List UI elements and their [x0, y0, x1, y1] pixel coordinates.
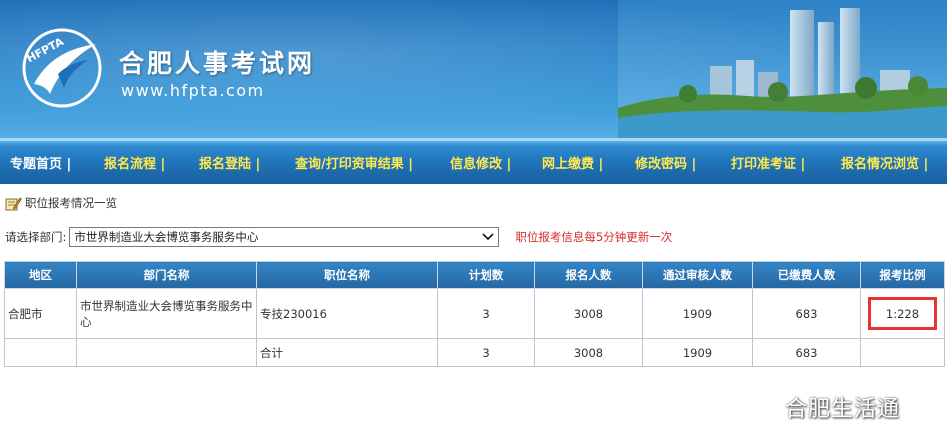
- department-select-label: 请选择部门:: [5, 230, 67, 244]
- department-select[interactable]: 市世界制造业大会博览事务服务中心: [69, 227, 500, 247]
- cell-total-ratio: [860, 338, 945, 367]
- cell-paid: 683: [752, 288, 861, 339]
- col-header-region: 地区: [4, 261, 77, 289]
- city-skyline-image: [618, 0, 947, 138]
- cell-department: 市世界制造业大会博览事务服务中心: [76, 288, 257, 339]
- col-header-department: 部门名称: [76, 261, 257, 289]
- cell-total-region: [4, 338, 77, 367]
- cell-planned: 3: [437, 288, 535, 339]
- nav-item-change-password[interactable]: 修改密码 |: [635, 153, 696, 172]
- nav-item-signup-process[interactable]: 报名流程 |: [104, 153, 165, 172]
- col-header-ratio: 报考比例: [860, 261, 945, 289]
- nav-item-online-payment[interactable]: 网上缴费 |: [542, 153, 603, 172]
- nav-item-signup-login[interactable]: 报名登陆 |: [199, 153, 260, 172]
- nav-item-signup-stats[interactable]: 报名情况浏览 |: [841, 153, 928, 172]
- cell-total-label: 合计: [256, 338, 438, 367]
- site-title: 合肥人事考试网: [119, 49, 316, 78]
- breadcrumb-label: 职位报考情况一览: [25, 196, 117, 210]
- cell-total-planned: 3: [437, 338, 535, 367]
- cell-total-department: [76, 338, 257, 367]
- cell-approved: 1909: [642, 288, 753, 339]
- site-url: www.hfpta.com: [121, 81, 265, 100]
- department-filter: 请选择部门: 市世界制造业大会博览事务服务中心 职位报考信息每5分钟更新一次: [5, 227, 672, 247]
- cell-ratio: 1:228: [860, 288, 945, 339]
- nav-item-review-results[interactable]: 查询/打印资审结果 |: [295, 153, 413, 172]
- table-header-row: 地区 部门名称 职位名称 计划数 报名人数 通过审核人数 已缴费人数 报考比例: [4, 261, 945, 289]
- update-note: 职位报考信息每5分钟更新一次: [515, 230, 673, 244]
- col-header-approved: 通过审核人数: [642, 261, 753, 289]
- breadcrumb: 职位报考情况一览: [5, 195, 117, 211]
- header-banner: HFPTA 合肥人事考试网 www.hfpta.com: [0, 0, 947, 138]
- notepad-pencil-icon: [5, 197, 22, 210]
- cell-total-paid: 683: [752, 338, 861, 367]
- watermark: 合肥生活通: [785, 397, 901, 422]
- nav-item-edit-info[interactable]: 信息修改 |: [450, 153, 511, 172]
- col-header-planned: 计划数: [437, 261, 535, 289]
- table-total-row: 合计 3 3008 1909 683: [4, 338, 945, 367]
- col-header-paid: 已缴费人数: [752, 261, 861, 289]
- cell-region: 合肥市: [4, 288, 77, 339]
- department-select-value: 市世界制造业大会博览事务服务中心: [74, 230, 259, 244]
- nav-item-topic-home[interactable]: 专题首页 |: [10, 153, 71, 172]
- cell-position: 专技230016: [256, 288, 438, 339]
- cell-total-applicants: 3008: [534, 338, 643, 367]
- ratio-highlight: 1:228: [868, 297, 937, 330]
- table-row: 合肥市 市世界制造业大会博览事务服务中心 专技230016 3 3008 190…: [4, 288, 945, 339]
- position-report-table: 地区 部门名称 职位名称 计划数 报名人数 通过审核人数 已缴费人数 报考比例 …: [4, 261, 945, 367]
- chevron-down-icon: [482, 233, 495, 241]
- cell-total-approved: 1909: [642, 338, 753, 367]
- nav-item-print-ticket[interactable]: 打印准考证 |: [731, 153, 805, 172]
- cell-applicants: 3008: [534, 288, 643, 339]
- main-nav: 专题首页 | 报名流程 | 报名登陆 | 查询/打印资审结果 | 信息修改 | …: [0, 138, 947, 184]
- col-header-applicants: 报名人数: [534, 261, 643, 289]
- hfpta-logo-icon[interactable]: HFPTA: [14, 18, 110, 114]
- col-header-position: 职位名称: [256, 261, 438, 289]
